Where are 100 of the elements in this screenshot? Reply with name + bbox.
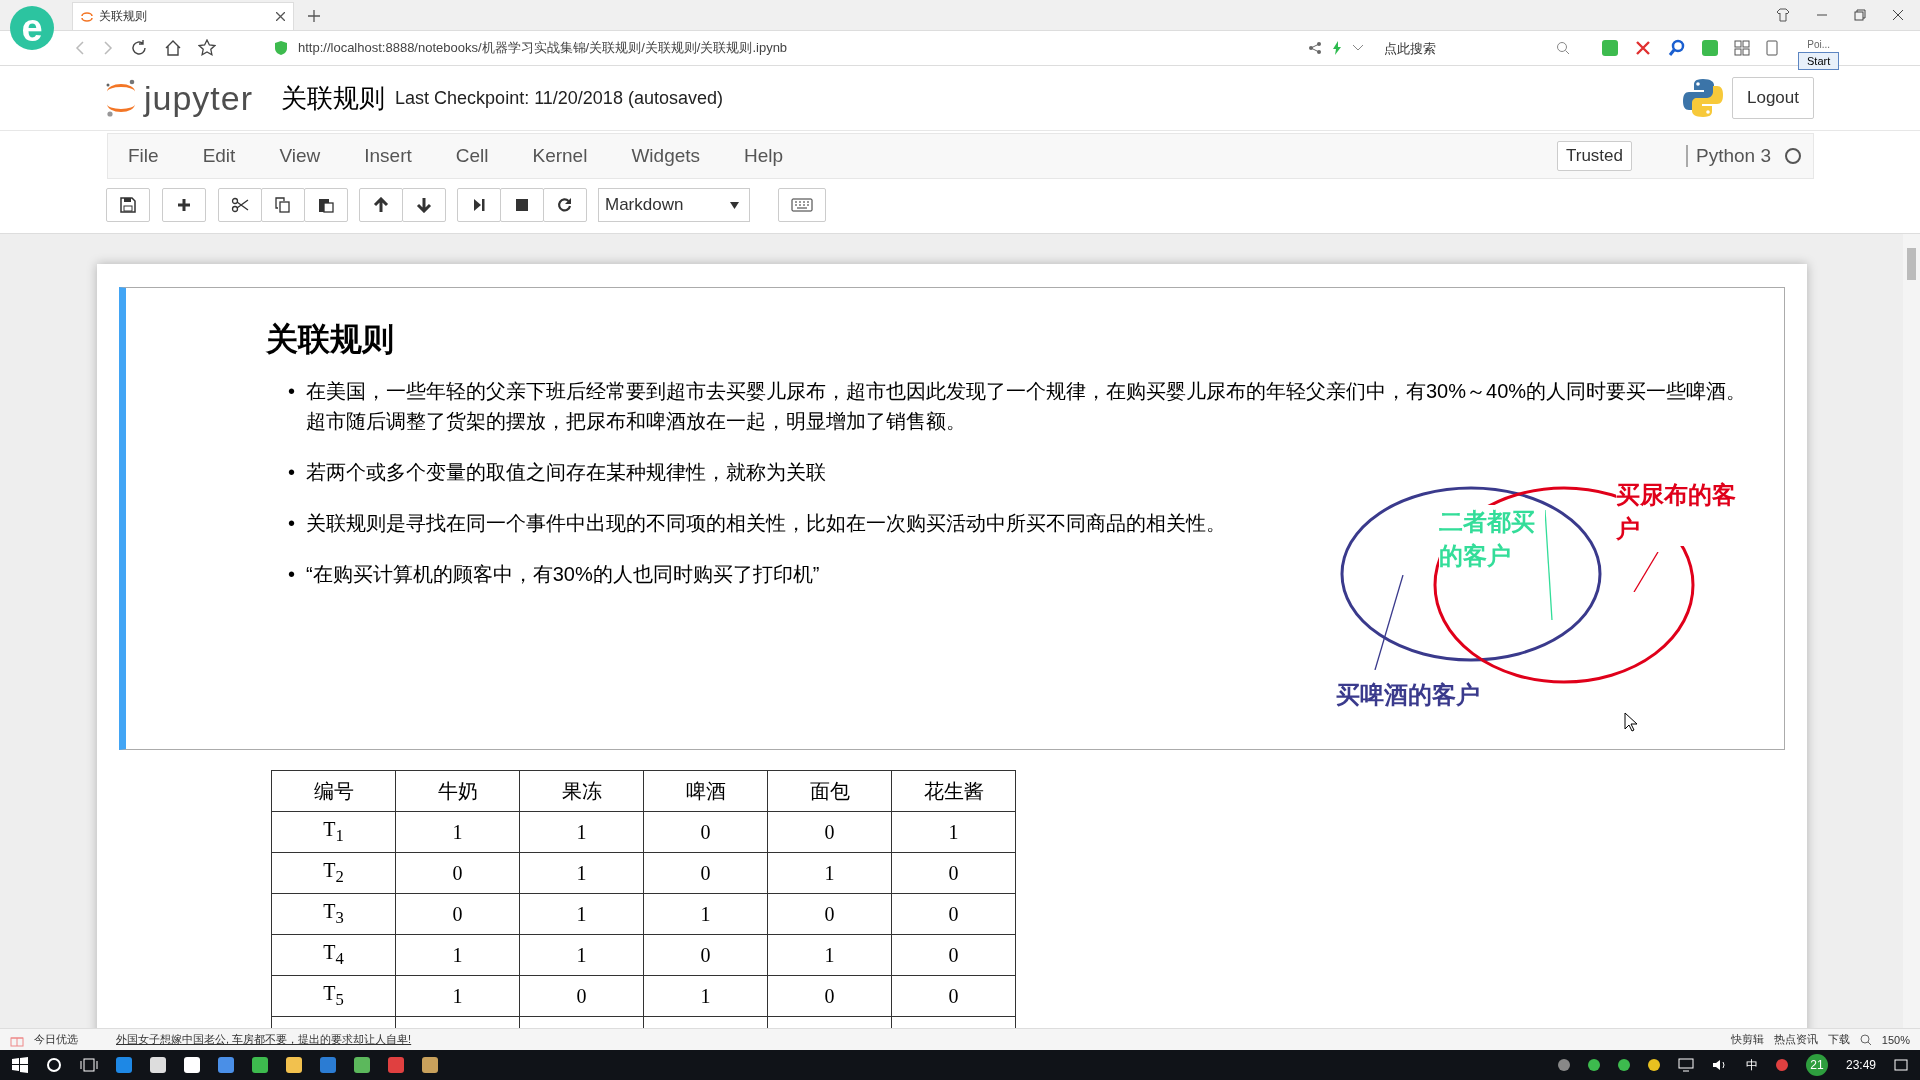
jupyter-wordmark: jupyter [144, 78, 254, 118]
kernel-name[interactable]: Python 3 [1686, 145, 1771, 167]
table-cell: 1 [643, 893, 768, 935]
table-cell: 1 [519, 893, 644, 935]
notebook-title[interactable]: 关联规则 [281, 80, 386, 116]
cell-type-dropdown[interactable]: Markdown [598, 188, 750, 222]
taskbar-clock[interactable]: 23:49 [1845, 1058, 1876, 1072]
bullet-mark: • [288, 562, 296, 587]
menu-item[interactable]: Cell [455, 145, 489, 167]
column-header: 牛奶 [395, 770, 520, 812]
table-cell: 1 [395, 934, 520, 976]
kernel-idle-icon [1785, 148, 1801, 164]
network-icon[interactable] [1677, 1058, 1694, 1072]
scissors-icon [231, 197, 249, 213]
url-text: http://localhost:8888/notebooks/机器学习实战集锦/关联规则/关联规则/关联规则.ipynb [298, 39, 788, 57]
news-link[interactable]: 外国女子想嫁中国老公, 车房都不要，提出的要求却让人自卑! [116, 1032, 412, 1047]
restart-button[interactable] [543, 188, 587, 222]
star-icon[interactable] [198, 39, 216, 57]
table-cell: 0 [891, 975, 1016, 1017]
tray-icon[interactable] [1557, 1059, 1570, 1071]
table-cell: T$_{5}$ [271, 975, 396, 1017]
keyboard-button[interactable] [778, 188, 826, 222]
arrow-down-icon [416, 197, 432, 213]
input-method-indicator[interactable]: 中 [1745, 1056, 1758, 1074]
close-icon[interactable] [1892, 9, 1904, 21]
table-cell: 1 [395, 975, 520, 1017]
address-bar[interactable]: http://localhost:8888/notebooks/机器学习实战集锦/关联规则/关联规则/关联规则.ipynb [264, 35, 1374, 61]
status-item[interactable]: 热点资讯 [1773, 1032, 1818, 1047]
mouse-cursor-icon [1624, 712, 1638, 732]
search-icon[interactable] [1668, 39, 1686, 57]
speaker-icon[interactable] [1711, 1058, 1728, 1072]
tray-icon[interactable] [1775, 1059, 1788, 1071]
stop-button[interactable] [500, 188, 544, 222]
windows-start-icon[interactable] [12, 1057, 28, 1073]
menu-item[interactable]: Widgets [631, 145, 701, 167]
table-cell: 0 [891, 893, 1016, 935]
menu-item[interactable]: Kernel [532, 145, 588, 167]
add-cell-button[interactable] [162, 188, 206, 222]
menu-item[interactable]: View [279, 145, 321, 167]
run-button[interactable] [457, 188, 501, 222]
browser-tab[interactable]: 关联规则 [72, 2, 294, 30]
zoom-level[interactable]: 150% [1881, 1033, 1910, 1046]
table-cell: 0 [519, 975, 644, 1017]
table-cell: 1 [519, 852, 644, 894]
status-item[interactable]: 下载 [1827, 1032, 1850, 1047]
new-tab-icon[interactable] [308, 10, 320, 22]
jupyter-logo[interactable]: jupyter [104, 78, 254, 118]
cut-button[interactable] [218, 188, 262, 222]
markdown-cell[interactable] [119, 287, 1785, 750]
keyboard-icon [791, 198, 813, 212]
menu-item[interactable]: Help [744, 145, 784, 167]
tray-icon[interactable] [1647, 1059, 1660, 1071]
tray-icon[interactable] [1587, 1059, 1600, 1071]
status-item[interactable]: 快剪辑 [1730, 1032, 1764, 1047]
save-button[interactable] [106, 188, 150, 222]
zoom-icon[interactable] [1859, 1033, 1872, 1046]
arrow-up-icon [373, 197, 389, 213]
scrollbar-thumb[interactable] [1907, 248, 1916, 280]
share-icon[interactable] [1308, 41, 1322, 55]
search-circle-icon[interactable] [46, 1057, 62, 1073]
python-logo-icon [1682, 77, 1724, 119]
column-header: 编号 [271, 770, 396, 812]
task-view-icon[interactable] [80, 1057, 98, 1073]
table-cell: 1 [395, 811, 520, 853]
menu-item[interactable]: File [128, 145, 159, 167]
tray-icon[interactable] [1617, 1059, 1630, 1071]
logout-button[interactable]: Logout [1732, 77, 1814, 119]
shield-icon [274, 40, 288, 56]
bullet-text: 在美国，一些年轻的父亲下班后经常要到超市去买婴儿尿布，超市也因此发现了一个规律，在购买婴儿尿布的年轻父亲们中，有30%～40%的人同时要买一些啤酒。超市随后调整了货架的摆放，把尿布和啤酒放在一起，明显增加了销售额。 [306, 379, 1748, 434]
grid-icon[interactable] [1734, 40, 1750, 56]
cell-heading: 关联规则 [266, 320, 395, 359]
menu-item[interactable]: Edit [202, 145, 236, 167]
home-icon[interactable] [164, 39, 182, 57]
paste-button[interactable] [304, 188, 348, 222]
table-cell: 0 [395, 893, 520, 935]
move-up-button[interactable] [359, 188, 403, 222]
status-text[interactable]: 今日优选 [34, 1032, 78, 1047]
menu-item[interactable]: Insert [364, 145, 412, 167]
trusted-button[interactable]: Trusted [1557, 141, 1632, 171]
move-down-button[interactable] [402, 188, 446, 222]
start-button[interactable]: Start [1798, 51, 1840, 70]
copy-button[interactable] [261, 188, 305, 222]
side-panel-text: Poi... [1807, 38, 1830, 50]
notification-icon[interactable] [1894, 1058, 1908, 1072]
table-cell: 1 [891, 811, 1016, 853]
stop-icon [515, 198, 529, 212]
table-cell: 1 [643, 975, 768, 1017]
shirt-icon[interactable] [1776, 8, 1790, 22]
reload-icon[interactable] [130, 39, 148, 57]
scissors-icon[interactable] [1634, 39, 1652, 57]
table-cell: T$_{2}$ [271, 852, 396, 894]
table-cell: 1 [519, 934, 644, 976]
leader-line [1633, 552, 1659, 592]
column-header: 面包 [767, 770, 892, 812]
close-icon[interactable] [276, 12, 285, 21]
chevron-down-icon[interactable] [1352, 44, 1364, 52]
restore-icon[interactable] [1854, 9, 1866, 21]
caret-icon [730, 201, 739, 209]
plus-icon [177, 198, 191, 212]
bullet-text: “在购买计算机的顾客中，有30%的人也同时购买了打印机” [306, 562, 820, 587]
